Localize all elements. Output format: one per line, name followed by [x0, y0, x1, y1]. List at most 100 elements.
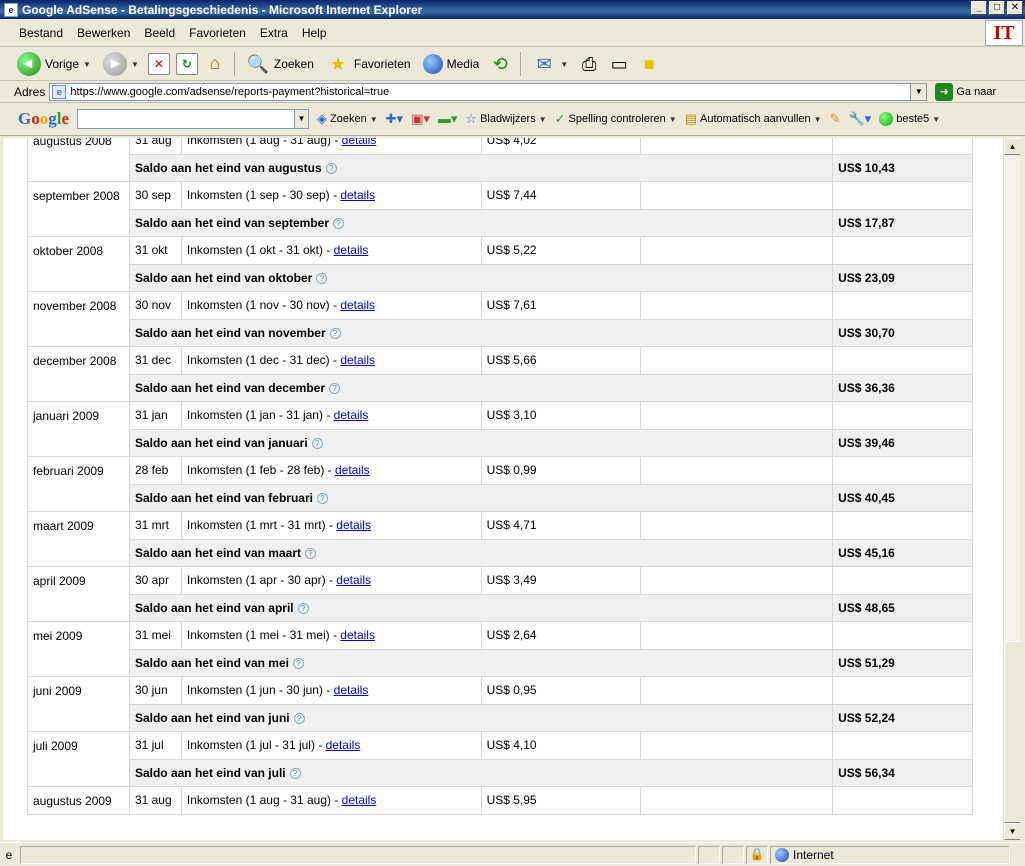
balance-label-cell: Saldo aan het eind van november? [128, 318, 834, 347]
menu-bewerken[interactable]: Bewerken [70, 26, 137, 40]
popup-blocker-icon[interactable]: ▣▾ [411, 111, 430, 127]
scroll-up-icon[interactable]: ▲ [1004, 138, 1021, 155]
spellcheck-button[interactable]: ✓ Spelling controleren ▼ [555, 111, 677, 127]
wrench-icon[interactable]: 🔧▾ [849, 111, 872, 127]
edit-icon[interactable]: ▭ [607, 52, 631, 76]
details-link[interactable]: details [342, 138, 377, 147]
details-link[interactable]: details [340, 188, 375, 202]
help-icon[interactable]: ? [311, 438, 323, 450]
balance-label: Saldo aan het eind van juni [134, 710, 290, 725]
address-url[interactable]: https://www.google.com/adsense/reports-p… [70, 86, 389, 98]
google-search-input[interactable]: ▼ [77, 109, 310, 129]
balance-cell [832, 786, 973, 815]
maximize-button[interactable]: □ [989, 1, 1005, 15]
help-icon[interactable]: ? [289, 768, 301, 780]
mail-button[interactable]: ✉ ▼ [529, 50, 571, 78]
details-link[interactable]: details [335, 463, 370, 477]
home-icon[interactable]: ⌂ [204, 53, 226, 75]
table-row: augustus 2009 31 aug Inkomsten (1 aug - 31… [27, 786, 973, 815]
help-icon[interactable]: ? [292, 658, 304, 670]
month-cell: januari 2009 [27, 401, 130, 457]
back-button[interactable]: Vorige ▼ [14, 50, 94, 78]
minimize-button[interactable]: _ [971, 1, 987, 15]
help-icon[interactable]: ? [305, 548, 316, 560]
details-link[interactable]: details [334, 408, 369, 422]
amount-cell: US$ 3,10 [480, 401, 642, 430]
balance-label: Saldo aan het eind van augustus [134, 160, 322, 175]
address-input[interactable]: e https://www.google.com/adsense/reports… [49, 82, 928, 101]
amount-cell: US$ 5,22 [480, 236, 642, 265]
scroll-thumb[interactable] [1004, 641, 1021, 823]
details-link[interactable]: details [336, 518, 371, 532]
chevron-down-icon[interactable]: ▼ [669, 115, 677, 124]
favorites-button[interactable]: ★ Favorieten [323, 50, 414, 78]
page-status-icon: e [5, 847, 13, 862]
help-icon[interactable]: ? [333, 218, 344, 230]
balance-row: Saldo aan het eind van mei? US$ 51,29 [28, 648, 973, 677]
details-link[interactable]: details [336, 573, 371, 587]
media-button[interactable]: Media [420, 50, 483, 78]
details-link[interactable]: details [334, 683, 369, 697]
plus-icon[interactable]: ✚▾ [386, 111, 403, 127]
chevron-down-icon[interactable]: ▼ [910, 83, 927, 100]
amount-cell: US$ 4,10 [480, 731, 642, 760]
chevron-down-icon[interactable]: ▼ [539, 115, 547, 124]
chevron-down-icon[interactable]: ▼ [932, 115, 940, 124]
toolbar-separator [520, 52, 522, 76]
description-text: Inkomsten (1 aug - 31 aug) - [186, 793, 342, 808]
chevron-down-icon[interactable]: ▼ [814, 115, 822, 124]
help-icon[interactable]: ? [293, 713, 305, 725]
stop-icon[interactable]: ✕ [147, 53, 170, 75]
help-icon[interactable]: ? [329, 328, 341, 340]
google-search-button[interactable]: ◈ Zoeken ▼ [317, 111, 378, 127]
details-link[interactable]: details [342, 793, 377, 807]
account-button[interactable]: beste5 ▼ [879, 112, 940, 126]
close-button[interactable]: ✕ [1007, 1, 1023, 15]
refresh-icon[interactable]: ↻ [175, 53, 198, 75]
help-icon[interactable]: ? [316, 273, 328, 285]
description-cell: Inkomsten (1 jul - 31 jul) - details [180, 731, 482, 760]
help-icon[interactable]: ? [297, 603, 309, 615]
menu-beeld[interactable]: Beeld [137, 26, 182, 40]
help-icon[interactable]: ? [316, 493, 328, 505]
scroll-down-icon[interactable]: ▼ [1004, 823, 1021, 840]
autofill-button[interactable]: ▤ Automatisch aanvullen ▼ [685, 111, 822, 127]
chevron-down-icon[interactable]: ▼ [294, 110, 309, 128]
amount-cell: US$ 4,71 [480, 511, 642, 540]
standard-toolbar: Vorige ▼ ▼ ✕ ↻ ⌂ 🔍 Zoeken ★ Favorieten M… [0, 48, 1025, 81]
balance-cell [832, 731, 973, 760]
menu-bestand[interactable]: Bestand [12, 26, 70, 40]
chevron-down-icon[interactable]: ▼ [131, 60, 139, 69]
details-link[interactable]: details [334, 243, 369, 257]
date-cell: 30 sep [128, 181, 182, 210]
search-button[interactable]: 🔍 Zoeken [243, 50, 317, 78]
highlighter-icon[interactable]: ✎ [830, 111, 841, 127]
details-link[interactable]: details [340, 298, 375, 312]
description-text: Inkomsten (1 nov - 30 nov) - [186, 298, 341, 313]
vertical-scrollbar[interactable]: ▲ ▼ [1003, 138, 1021, 840]
note-icon[interactable]: ■ [637, 52, 661, 76]
history-icon[interactable]: ⟲ [488, 52, 512, 76]
window-controls: _ □ ✕ [971, 1, 1023, 15]
print-icon[interactable]: ⎙ [577, 52, 601, 76]
details-link[interactable]: details [340, 353, 375, 367]
details-link[interactable]: details [326, 738, 361, 752]
date-cell: 30 apr [128, 566, 182, 595]
google-logo[interactable]: Google [18, 109, 69, 129]
help-icon[interactable]: ? [329, 383, 340, 395]
forward-button[interactable]: ▼ [100, 50, 142, 78]
details-link[interactable]: details [340, 628, 375, 642]
help-icon[interactable]: ? [325, 163, 337, 175]
menu-favorieten[interactable]: Favorieten [182, 26, 253, 40]
bookmarks-button[interactable]: ☆ Bladwijzers ▼ [465, 111, 546, 127]
pagerank-icon[interactable]: ▬▾ [438, 111, 458, 127]
spellcheck-label: Spelling controleren [568, 113, 666, 125]
chevron-down-icon[interactable]: ▼ [370, 115, 378, 124]
chevron-down-icon[interactable]: ▼ [83, 60, 91, 69]
balance-total-cell: US$ 23,09 [832, 263, 973, 292]
menu-help[interactable]: Help [295, 26, 334, 40]
go-button[interactable]: ➜ Ga naar [935, 82, 996, 101]
description-cell: Inkomsten (1 aug - 31 aug) - details [180, 786, 482, 815]
chevron-down-icon[interactable]: ▼ [560, 60, 568, 69]
menu-extra[interactable]: Extra [253, 26, 295, 40]
